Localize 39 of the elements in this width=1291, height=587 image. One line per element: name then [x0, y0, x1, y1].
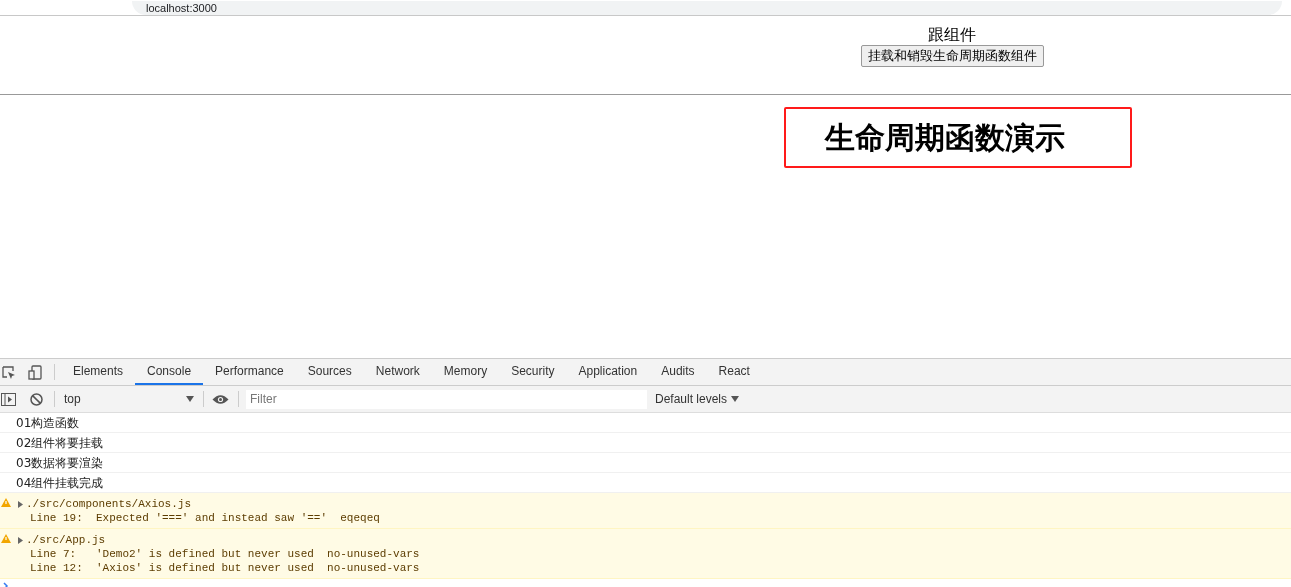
sidebar-toggle-icon[interactable] — [1, 392, 16, 406]
levels-label: Default levels — [655, 391, 728, 408]
devtools-tab[interactable]: Elements — [61, 359, 136, 385]
warning-source[interactable]: ./src/components/Axios.js — [26, 497, 192, 511]
warning-detail: Line 7: 'Demo2' is defined but never used no-unused-vars — [29, 547, 420, 561]
devtools-tab[interactable]: Performance — [203, 359, 296, 385]
filter-field[interactable]: Filter — [246, 389, 647, 409]
levels-dropdown[interactable]: Default levels — [655, 390, 740, 408]
expand-triangle-icon[interactable] — [18, 536, 23, 544]
console-message: 03数据将要渲染 — [16, 454, 104, 472]
devtools-tab[interactable]: Sources — [295, 359, 364, 385]
eye-icon[interactable] — [212, 393, 229, 405]
heading: 生命周期函数演示 — [825, 122, 1065, 153]
dropdown-caret-icon — [186, 396, 194, 402]
devtools-tab[interactable]: Security — [499, 359, 567, 385]
devtools-tab[interactable]: Audits — [649, 359, 707, 385]
devtools-tab[interactable]: Application — [566, 359, 650, 385]
console-message: 04组件挂载完成 — [16, 474, 104, 492]
devtools-tab[interactable]: Network — [363, 359, 432, 385]
console-message: 02组件将要挂载 — [16, 434, 104, 452]
context-select[interactable]: top — [64, 390, 194, 408]
warning-icon — [1, 498, 11, 507]
warning-detail: Line 12: 'Axios' is defined but never used no-unused-vars — [29, 561, 420, 575]
inspect-icon[interactable] — [2, 366, 16, 380]
expand-triangle-icon[interactable] — [18, 500, 23, 508]
warning-source[interactable]: ./src/App.js — [26, 533, 106, 547]
url-text: localhost:3000 — [146, 2, 217, 14]
devtools-tab[interactable]: React — [706, 359, 762, 385]
device-icon[interactable] — [28, 365, 42, 380]
address-bar[interactable]: localhost:3000 — [132, 1, 1282, 15]
context-label: top — [64, 391, 81, 408]
page-title: 跟组件 — [928, 25, 976, 45]
devtools-tab[interactable]: Memory — [431, 359, 500, 385]
dropdown-caret-icon — [731, 396, 740, 402]
warning-detail: Line 19: Expected '===' and instead saw '==' eqeqeq — [29, 511, 380, 525]
console-message: 01构造函数 — [16, 414, 80, 432]
warning-icon — [1, 534, 11, 543]
mount-button[interactable]: 挂载和销毁生命周期函数组件 — [860, 45, 1044, 67]
clear-icon[interactable] — [30, 392, 43, 406]
